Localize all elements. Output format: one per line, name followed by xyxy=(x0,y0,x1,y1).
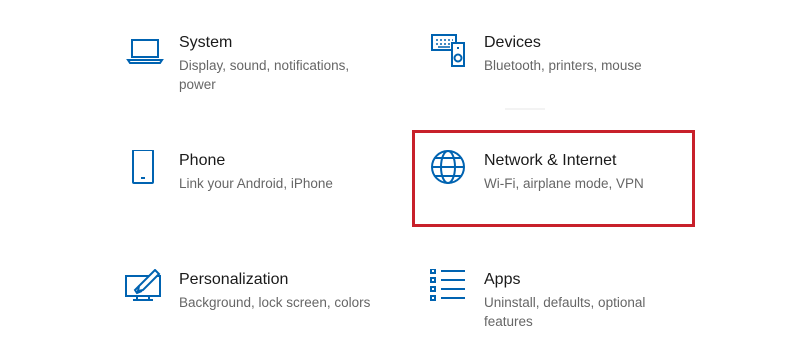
tile-title: System xyxy=(179,34,233,51)
settings-tile-phone[interactable]: Phone Link your Android, iPhone xyxy=(125,150,365,210)
settings-tile-network-internet[interactable]: Network & Internet Wi-Fi, airplane mode,… xyxy=(430,150,670,210)
devices-icon xyxy=(430,32,470,72)
tile-description: Display, sound, notifications, power xyxy=(179,58,350,92)
settings-tile-devices[interactable]: Devices Bluetooth, printers, mouse xyxy=(430,32,670,92)
apps-list-icon xyxy=(430,269,470,309)
tile-description: Uninstall, defaults, optional features xyxy=(484,295,646,329)
tile-title: Devices xyxy=(484,34,541,51)
tile-description: Background, lock screen, colors xyxy=(179,295,371,310)
tile-description: Bluetooth, printers, mouse xyxy=(484,58,642,73)
globe-icon xyxy=(430,150,470,190)
settings-tile-apps[interactable]: Apps Uninstall, defaults, optional featu… xyxy=(430,269,670,329)
divider xyxy=(505,108,545,110)
tile-title: Network & Internet xyxy=(484,152,617,169)
phone-icon xyxy=(125,150,165,190)
tile-title: Phone xyxy=(179,152,226,169)
tile-description: Wi-Fi, airplane mode, VPN xyxy=(484,176,644,191)
settings-tile-personalization[interactable]: Personalization Background, lock screen,… xyxy=(125,269,370,329)
laptop-icon xyxy=(125,32,165,72)
tile-description: Link your Android, iPhone xyxy=(179,176,333,191)
tile-title: Personalization xyxy=(179,271,289,288)
tile-title: Apps xyxy=(484,271,521,288)
settings-tile-system[interactable]: System Display, sound, notifications, po… xyxy=(125,32,365,92)
personalization-icon xyxy=(125,269,165,309)
